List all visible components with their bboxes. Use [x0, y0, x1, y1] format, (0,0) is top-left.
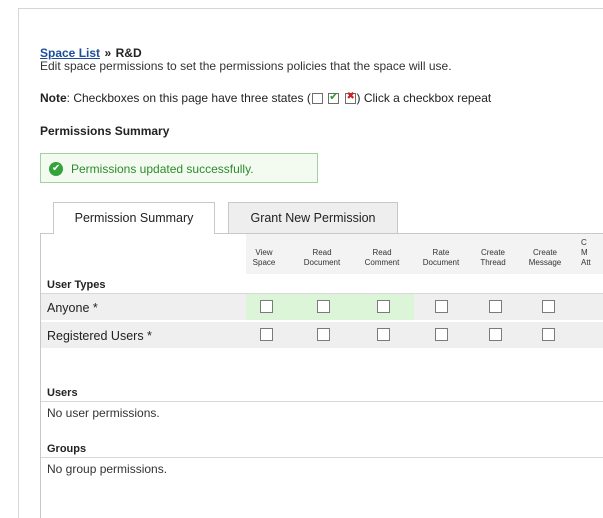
col-line: Create [532, 248, 557, 257]
divider [41, 457, 603, 458]
row-label-registered-users: Registered Users * [47, 329, 152, 343]
col-line: Read [372, 248, 392, 257]
breadcrumb-link-space-list[interactable]: Space List [40, 46, 100, 60]
col-line: Rate [432, 248, 450, 257]
checkbox-registered-view-space[interactable] [260, 328, 273, 341]
groups-heading: Groups [47, 443, 87, 455]
note-line: Note: Checkboxes on this page have three… [40, 90, 492, 105]
col-line: Message [528, 258, 562, 267]
success-banner: Permissions updated successfully. [40, 153, 318, 183]
note-label: Note [40, 91, 67, 105]
groups-empty-text: No group permissions. [47, 462, 168, 476]
user-types-heading: User Types [47, 279, 106, 291]
checkbox-anyone-view-space[interactable] [260, 300, 273, 313]
checkbox-registered-rate-document[interactable] [435, 328, 448, 341]
permissions-summary-title: Permissions Summary [40, 124, 170, 138]
col-line: Read [312, 248, 332, 257]
col-rate-document: Rate Document [414, 248, 468, 268]
note-text-before: : Checkboxes on this page have three sta… [66, 91, 311, 105]
checkbox-registered-read-comment[interactable] [377, 328, 390, 341]
col-line: Document [303, 258, 341, 267]
col-line: Space [252, 258, 276, 267]
success-check-icon [49, 162, 63, 176]
permissions-panel: View Space Read Document Read Comment Rate D… [40, 233, 603, 518]
checkbox-anyone-create-thread[interactable] [489, 300, 502, 313]
tab-permission-summary[interactable]: Permission Summary [53, 202, 215, 234]
col-line: Comment [364, 258, 400, 267]
col-read-comment: Read Comment [354, 248, 410, 268]
page-description: Edit space permissions to set the permis… [40, 59, 452, 73]
col-read-document: Read Document [294, 248, 350, 268]
page-frame: Space List » R&D Edit space permissions … [18, 8, 603, 518]
col-line: Att [581, 258, 591, 267]
deny-state-icon [344, 91, 356, 104]
users-empty-text: No user permissions. [47, 406, 160, 420]
col-line: C [581, 238, 587, 247]
checkbox-anyone-read-document[interactable] [317, 300, 330, 313]
checkbox-registered-read-document[interactable] [317, 328, 330, 341]
col-create-message-attachment: C M Att [581, 238, 603, 268]
row-label-anyone: Anyone * [47, 301, 98, 315]
note-text-after: ) Click a checkbox repeat [356, 91, 492, 105]
checkbox-registered-create-message[interactable] [542, 328, 555, 341]
success-message: Permissions updated successfully. [71, 162, 254, 176]
col-line: M [581, 248, 588, 257]
divider [41, 401, 603, 402]
users-heading: Users [47, 387, 78, 399]
tab-grant-new-permission[interactable]: Grant New Permission [228, 202, 398, 233]
col-line: Document [422, 258, 460, 267]
checkbox-anyone-read-comment[interactable] [377, 300, 390, 313]
checkbox-registered-create-thread[interactable] [489, 328, 502, 341]
checkbox-anyone-rate-document[interactable] [435, 300, 448, 313]
breadcrumb-separator: » [104, 46, 112, 60]
empty-state-icon [311, 93, 323, 104]
col-view-space: View Space [249, 248, 279, 268]
col-line: View [255, 248, 273, 257]
checkbox-anyone-create-message[interactable] [542, 300, 555, 313]
check-state-icon [328, 90, 340, 104]
col-line: Create [480, 248, 505, 257]
breadcrumb-current: R&D [115, 46, 142, 60]
col-line: Thread [480, 258, 506, 267]
col-create-thread: Create Thread [473, 248, 513, 268]
col-create-message: Create Message [521, 248, 569, 268]
